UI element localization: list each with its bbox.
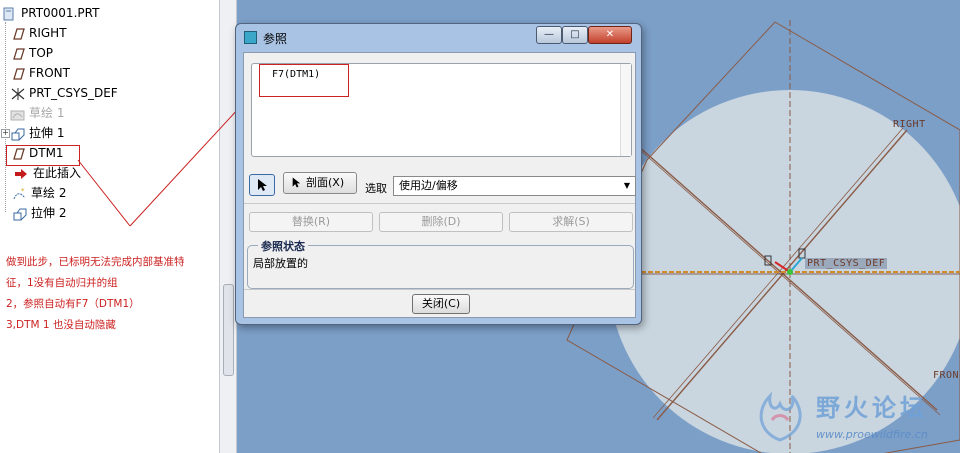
- solve-button[interactable]: 求解(S): [509, 212, 633, 232]
- minimize-button[interactable]: —: [536, 26, 562, 44]
- reference-list-scrollbar[interactable]: [620, 64, 631, 156]
- cursor-arrow-icon: [291, 173, 301, 196]
- cursor-arrow-icon: [258, 179, 267, 191]
- select-dropdown[interactable]: 使用边/偏移 ▼: [393, 176, 636, 196]
- select-value: 使用边/偏移: [399, 179, 458, 192]
- select-label: 选取: [365, 182, 387, 195]
- reference-status-value: 局部放置的: [253, 257, 308, 270]
- divider: [244, 203, 635, 204]
- chevron-down-icon: ▼: [623, 181, 630, 190]
- close-window-button[interactable]: ✕: [588, 26, 632, 44]
- dialog-body: F7(DTM1) 剖面(X) 选取 使用边/偏移 ▼ 替换(R) 删除(D) 求…: [243, 52, 636, 318]
- delete-button[interactable]: 删除(D): [379, 212, 503, 232]
- section-button[interactable]: 剖面(X): [283, 172, 357, 194]
- references-dialog: 参照 — □ ✕ F7(DTM1) 剖面(X) 选取 使用边/偏移 ▼ 替换(R…: [235, 23, 642, 325]
- close-button[interactable]: 关闭(C): [412, 294, 470, 314]
- reference-list[interactable]: F7(DTM1): [251, 63, 632, 157]
- maximize-button[interactable]: □: [562, 26, 588, 44]
- pick-reference-button[interactable]: [249, 174, 275, 196]
- section-button-label: 剖面(X): [306, 176, 345, 189]
- watermark-title: 野火论坛: [816, 394, 928, 422]
- replace-button[interactable]: 替换(R): [249, 212, 373, 232]
- dialog-title: 参照: [263, 32, 288, 46]
- watermark-url: www.proewildfire.cn: [816, 428, 928, 441]
- flame-logo-icon: [759, 391, 802, 442]
- dialog-titlebar[interactable]: 参照 — □ ✕: [236, 24, 641, 50]
- divider: [244, 289, 635, 290]
- reference-status-group: 参照状态 局部放置的: [247, 238, 634, 289]
- reference-status-title: 参照状态: [258, 238, 308, 254]
- reference-item[interactable]: F7(DTM1): [272, 69, 320, 80]
- dialog-app-icon: [244, 31, 257, 44]
- forum-watermark: 野火论坛 www.proewildfire.cn: [750, 380, 960, 453]
